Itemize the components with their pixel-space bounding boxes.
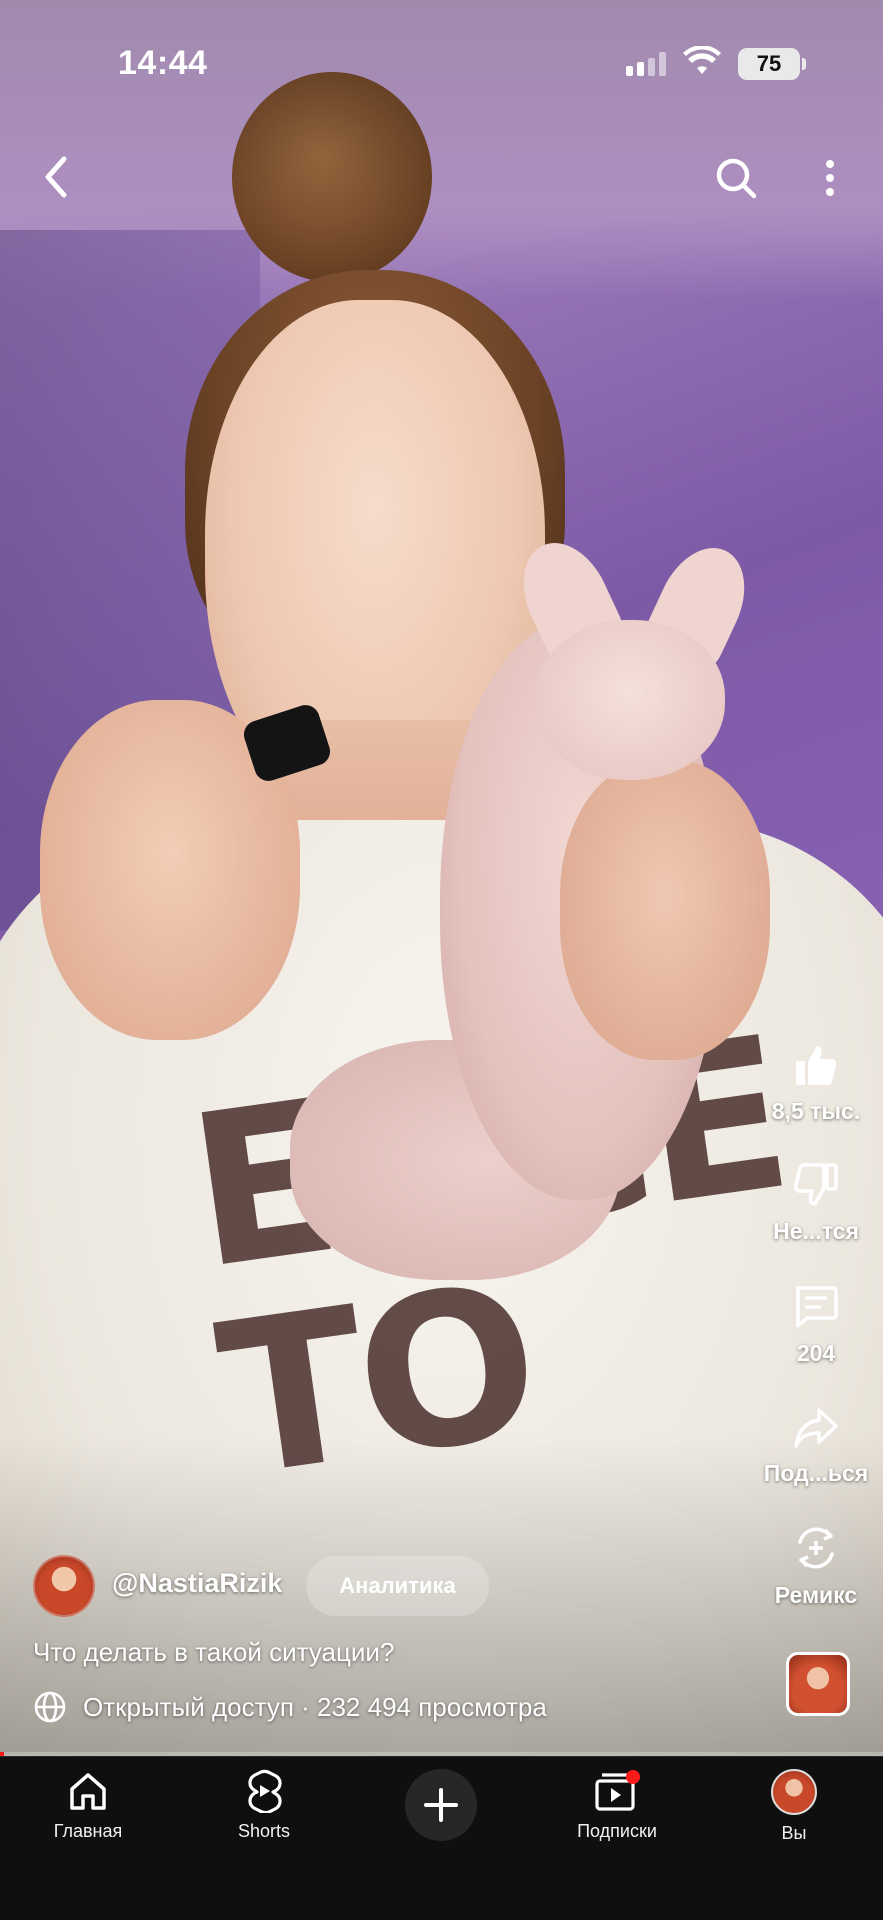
subscriptions-icon (595, 1770, 640, 1811)
battery-indicator: 75 (738, 48, 806, 80)
thumbs-down-icon (794, 1163, 838, 1206)
visibility-views-text: Открытый доступ · 232 494 просмотра (83, 1691, 547, 1722)
back-button[interactable] (34, 150, 78, 204)
chevron-left-icon (45, 156, 67, 198)
remix-sound-thumbnail[interactable] (786, 1652, 850, 1716)
plus-icon (424, 1788, 458, 1822)
status-time: 14:44 (118, 44, 208, 82)
short-video-player[interactable]: ENCE TO (0, 0, 883, 1756)
more-options-button[interactable] (812, 152, 848, 204)
comments-button[interactable]: 204 (760, 1284, 872, 1367)
shorts-icon (248, 1769, 282, 1813)
cellular-signal-icon (626, 52, 666, 76)
comment-icon (796, 1286, 838, 1328)
bottom-navigation: Главная Shorts Подписки Вы (0, 1756, 883, 1920)
remix-icon (798, 1527, 834, 1569)
nav-shorts[interactable]: Shorts (189, 1769, 339, 1842)
channel-name[interactable]: @NastiaRizik (112, 1568, 282, 1599)
like-button[interactable]: 8,5 тыс. (760, 1042, 872, 1125)
like-count: 8,5 тыс. (771, 1098, 861, 1124)
globe-icon (34, 1691, 66, 1723)
nav-home[interactable]: Главная (13, 1769, 163, 1842)
video-hand-right (560, 760, 770, 1060)
search-button[interactable] (710, 152, 762, 204)
nav-shorts-label: Shorts (237, 1821, 291, 1841)
dislike-label: Не...тся (773, 1218, 859, 1244)
nav-subscriptions-label: Подписки (577, 1821, 657, 1841)
nav-you[interactable]: Вы (719, 1769, 869, 1844)
nav-you-label: Вы (781, 1823, 807, 1843)
nav-home-label: Главная (53, 1821, 123, 1841)
search-icon (716, 158, 757, 199)
create-button[interactable] (405, 1769, 477, 1841)
analytics-button[interactable]: Аналитика (306, 1556, 489, 1616)
video-caption[interactable]: Что делать в такой ситуации? (33, 1637, 394, 1668)
share-button[interactable]: Под...ься (760, 1404, 872, 1487)
video-cat-head (535, 620, 725, 780)
channel-avatar[interactable] (33, 1555, 95, 1617)
visibility-views-row: Открытый доступ · 232 494 просмотра (33, 1690, 547, 1724)
home-icon (70, 1773, 106, 1810)
comments-count: 204 (796, 1340, 836, 1366)
remix-label: Ремикс (774, 1582, 858, 1608)
more-vert-icon (826, 160, 834, 196)
profile-avatar (771, 1769, 817, 1815)
share-icon (794, 1408, 838, 1448)
share-label: Под...ься (763, 1460, 869, 1486)
nav-subscriptions[interactable]: Подписки (542, 1769, 692, 1842)
thumbs-up-icon (796, 1046, 837, 1085)
dislike-button[interactable]: Не...тся (760, 1162, 872, 1245)
remix-button[interactable]: Ремикс (760, 1524, 872, 1609)
wifi-icon (682, 45, 722, 83)
